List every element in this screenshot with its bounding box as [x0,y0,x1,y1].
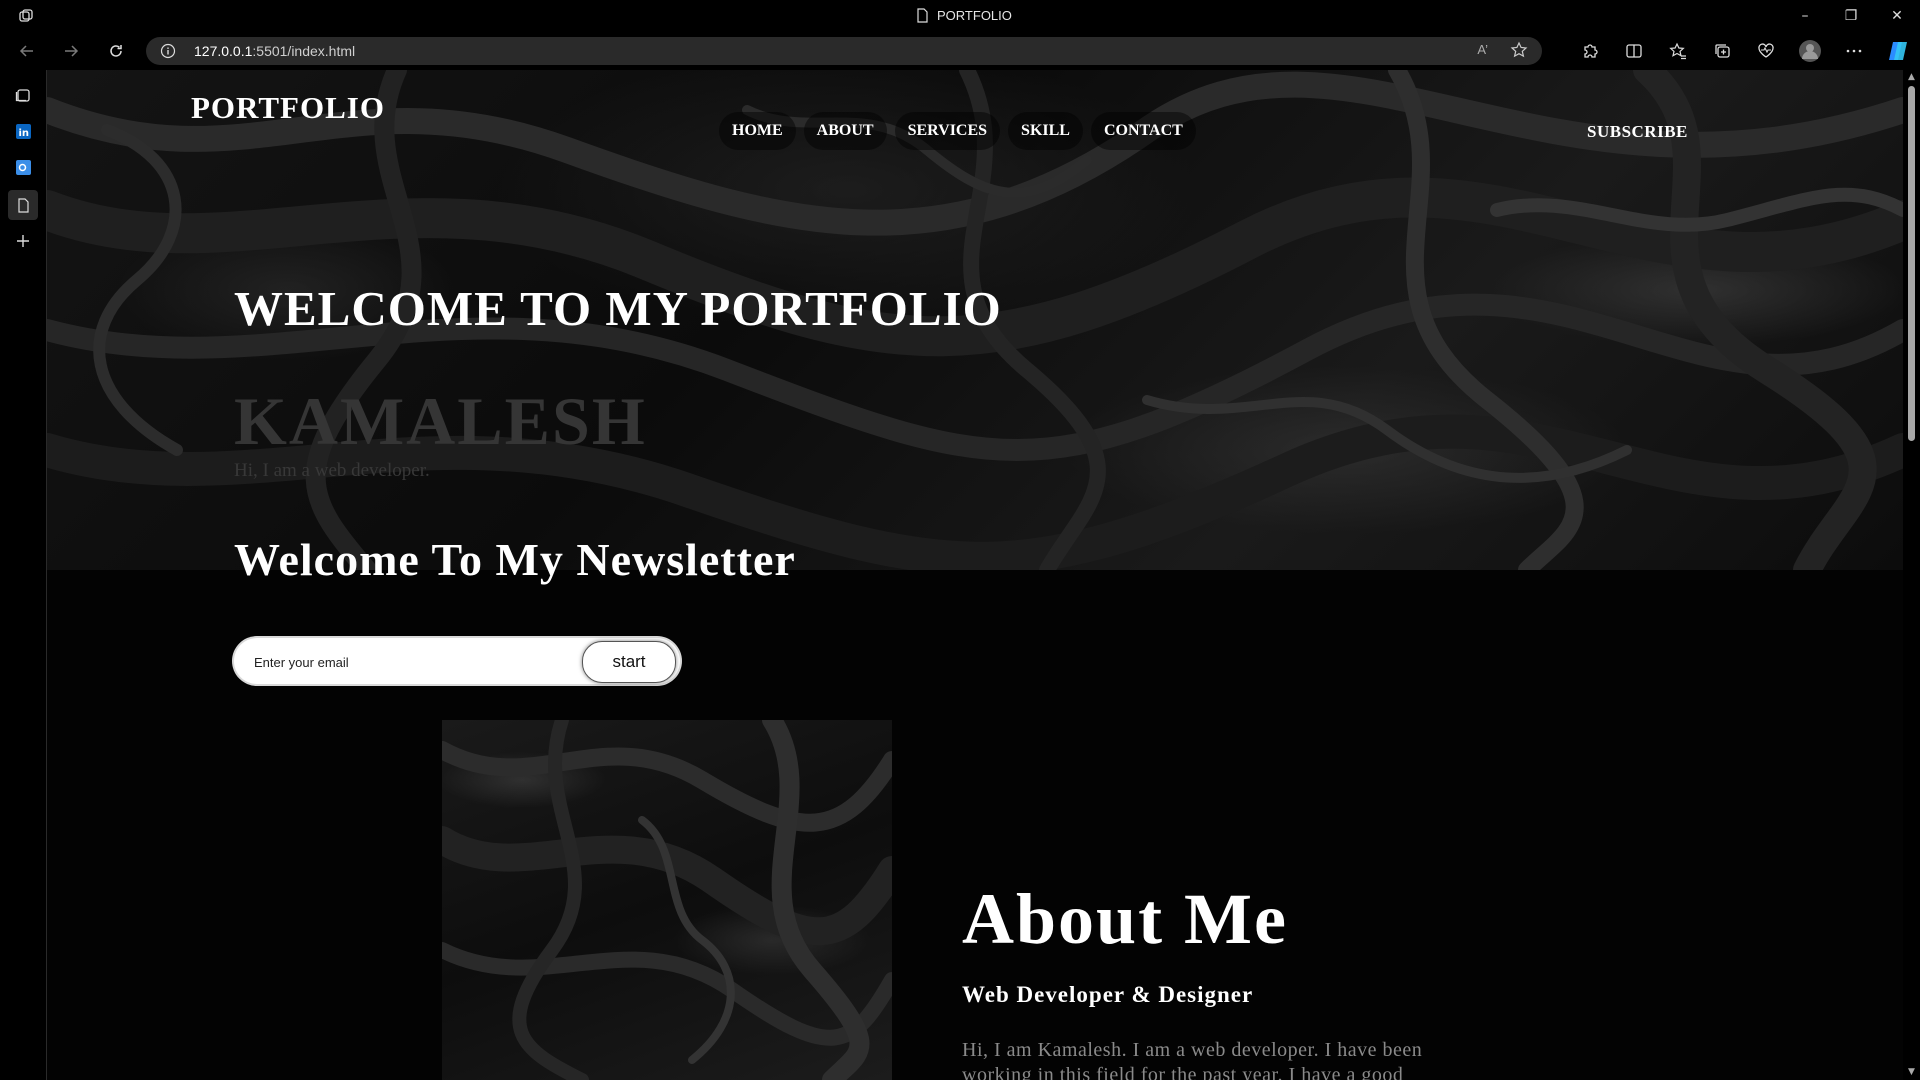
split-screen-button[interactable] [1612,32,1656,70]
hero-section: PORTFOLIO HOME ABOUT SERVICES SKILL CONT… [47,70,1903,570]
about-image [442,720,892,1080]
back-button[interactable] [17,41,37,61]
browser-titlebar: PORTFOLIO – ❐ ✕ [0,0,1920,32]
scroll-up-icon[interactable]: ▲ [1907,73,1916,82]
tab-title[interactable]: PORTFOLIO [916,8,1012,23]
page-icon [17,197,29,213]
puzzle-icon [1584,44,1598,58]
toolbar-actions [1568,32,1920,70]
main-nav: HOME ABOUT SERVICES SKILL CONTACT [719,112,1196,150]
tab-title-text: PORTFOLIO [937,8,1012,23]
hero-subtitle: Hi, I am a web developer. [234,460,430,481]
restore-button[interactable]: ❐ [1828,0,1874,32]
more-options-button[interactable] [1832,32,1876,70]
forward-button[interactable] [61,41,81,61]
scroll-down-icon[interactable]: ▼ [1907,1068,1916,1077]
svg-text:in: in [18,128,29,139]
nav-home[interactable]: HOME [719,112,796,150]
arrow-right-icon [65,45,79,57]
window-controls: – ❐ ✕ [1782,0,1920,32]
read-aloud-icon[interactable]: A’ [1477,42,1488,57]
extensions-button[interactable] [1568,32,1612,70]
hero-title: WELCOME TO MY PORTFOLIO [234,281,1002,336]
more-icon [1846,49,1862,53]
profile-button[interactable] [1788,32,1832,70]
page-scrollbar[interactable]: ▲ ▼ [1903,70,1920,1080]
url-text[interactable]: 127.0.0.1:5501/index.html [194,43,355,59]
nav-about[interactable]: ABOUT [803,112,887,150]
about-title: About Me [962,879,1288,959]
sidebar-outlook-tab[interactable] [14,158,32,176]
scrollbar-thumb[interactable] [1908,86,1915,441]
start-button[interactable]: start [582,641,676,683]
plus-icon [17,235,29,247]
nav-contact[interactable]: CONTACT [1090,112,1196,150]
favorite-star-icon[interactable] [1510,41,1528,59]
new-tab-button[interactable] [14,232,32,250]
heart-pulse-icon [1758,43,1774,58]
browser-toolbar: 127.0.0.1:5501/index.html A’ [0,32,1920,70]
email-input[interactable] [252,649,576,675]
about-role: Web Developer & Designer [962,982,1254,1007]
copilot-icon [1889,42,1907,60]
url-path: :5501/index.html [252,43,356,59]
subscribe-link[interactable]: SUBSCRIBE [1587,122,1688,142]
newsletter-form: start [234,638,680,684]
collections-button[interactable] [1700,32,1744,70]
refresh-icon [110,45,122,57]
workspaces-icon[interactable] [18,8,34,24]
nav-skill[interactable]: SKILL [1008,112,1083,150]
site-logo[interactable]: PORTFOLIO [191,90,385,126]
browser-essentials-button[interactable] [1744,32,1788,70]
address-bar[interactable]: 127.0.0.1:5501/index.html A’ [146,37,1542,65]
refresh-button[interactable] [106,41,126,61]
page-viewport: PORTFOLIO HOME ABOUT SERVICES SKILL CONT… [47,70,1903,1080]
sidebar-current-tab[interactable] [8,190,38,220]
minimize-button[interactable]: – [1782,0,1828,32]
url-host: 127.0.0.1 [194,43,253,59]
page-icon [917,8,928,23]
hero-name: KAMALESH [234,383,647,459]
marble-texture [442,720,892,1080]
copilot-button[interactable] [1876,32,1920,70]
close-button[interactable]: ✕ [1874,0,1920,32]
arrow-left-icon [19,45,33,57]
tabs-icon [15,89,30,102]
avatar [1799,40,1821,62]
nav-services[interactable]: SERVICES [894,112,1001,150]
newsletter-title: Welcome To My Newsletter [234,534,796,585]
favorites-button[interactable] [1656,32,1700,70]
about-text: Hi, I am Kamalesh. I am a web developer.… [962,1039,1423,1080]
outlook-icon [15,159,31,175]
favorites-icon [1669,42,1686,60]
site-info-icon[interactable] [160,43,176,59]
split-screen-icon [1626,44,1642,58]
sidebar-linkedin-tab[interactable]: in [14,122,32,140]
browser-sidebar: in [0,70,47,1080]
collections-icon [1715,44,1730,58]
linkedin-icon: in [15,123,31,139]
vertical-tabs-button[interactable] [14,86,32,104]
